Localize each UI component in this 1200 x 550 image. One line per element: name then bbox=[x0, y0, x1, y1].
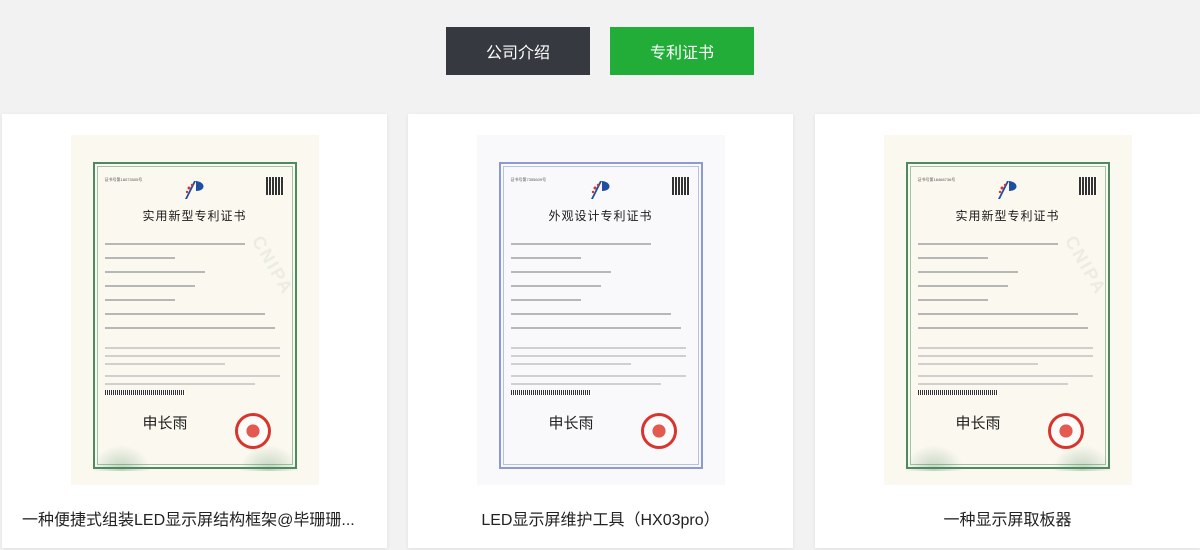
signature: 申长雨 bbox=[548, 414, 594, 432]
patent-card[interactable]: 证书号第18073505号 实用新型专利证书 CNIPA 申长雨 一种便捷式组装… bbox=[2, 114, 387, 548]
card-caption[interactable]: 一种便捷式组装LED显示屏结构框架@毕珊珊... bbox=[2, 506, 387, 530]
card-caption[interactable]: 一种显示屏取板器 bbox=[815, 506, 1200, 530]
tab-bar: 公司介绍 专利证书 bbox=[0, 27, 1200, 75]
cnipa-logo-icon bbox=[184, 181, 203, 199]
qr-code-icon bbox=[1078, 177, 1097, 195]
qr-code-icon bbox=[671, 177, 690, 195]
certificate-image: 证书号第18073505号 实用新型专利证书 CNIPA 申长雨 bbox=[70, 135, 319, 485]
barcode-icon bbox=[917, 390, 998, 395]
barcode-icon bbox=[510, 390, 591, 395]
certificate-title: 实用新型专利证书 bbox=[955, 209, 1060, 223]
card-caption[interactable]: LED显示屏维护工具（HX03pro） bbox=[408, 506, 793, 530]
official-seal-icon bbox=[234, 413, 271, 449]
official-seal-icon bbox=[640, 413, 677, 449]
certificate-title: 外观设计专利证书 bbox=[548, 209, 653, 223]
official-seal-icon bbox=[1047, 413, 1084, 449]
qr-code-icon bbox=[265, 177, 284, 195]
patent-card[interactable]: 证书号第18468736号 实用新型专利证书 CNIPA 申长雨 一种显示屏取板… bbox=[815, 114, 1200, 548]
barcode-icon bbox=[104, 390, 185, 395]
certificate-title: 实用新型专利证书 bbox=[142, 209, 247, 223]
signature: 申长雨 bbox=[955, 414, 1001, 432]
cnipa-logo-icon bbox=[590, 181, 609, 199]
tab-patent-certificates[interactable]: 专利证书 bbox=[610, 27, 754, 75]
signature: 申长雨 bbox=[142, 414, 188, 432]
tab-company-intro[interactable]: 公司介绍 bbox=[446, 27, 590, 75]
cnipa-logo-icon bbox=[997, 181, 1016, 199]
certificate-image: 证书号第18468736号 实用新型专利证书 CNIPA 申长雨 bbox=[883, 135, 1132, 485]
patent-card[interactable]: 证书号第7355609号 外观设计专利证书 申长雨 LED显示屏维护工具（HX0… bbox=[408, 114, 793, 548]
certificate-image: 证书号第7355609号 外观设计专利证书 申长雨 bbox=[476, 135, 725, 485]
